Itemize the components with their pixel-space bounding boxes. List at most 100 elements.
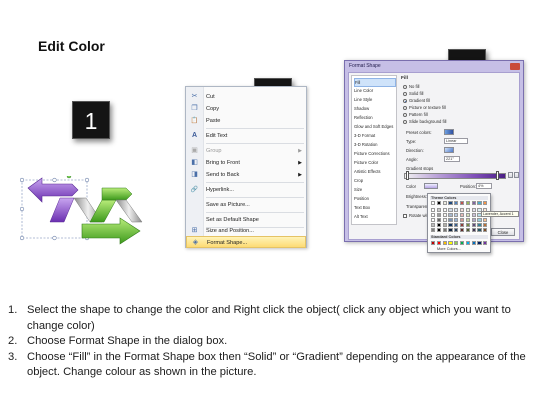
theme-color-swatch[interactable] bbox=[448, 201, 453, 206]
standard-color-swatch[interactable] bbox=[483, 240, 488, 245]
nav-item-picture-color[interactable]: Picture Color bbox=[354, 159, 396, 168]
theme-color-swatch[interactable] bbox=[436, 212, 441, 217]
theme-color-swatch[interactable] bbox=[465, 227, 470, 232]
menu-item-hyperlink[interactable]: 🔗 Hyperlink... bbox=[186, 184, 306, 196]
menu-item-group[interactable]: ▣ Group ▶ bbox=[186, 145, 306, 157]
theme-color-swatch[interactable] bbox=[460, 217, 465, 222]
theme-color-swatch[interactable] bbox=[448, 207, 453, 212]
nav-item-3d-format[interactable]: 3-D Format bbox=[354, 132, 396, 141]
gradient-stops-bar[interactable] bbox=[404, 173, 506, 179]
theme-color-swatch[interactable] bbox=[460, 227, 465, 232]
theme-color-swatch[interactable] bbox=[431, 222, 436, 227]
nav-item-line-style[interactable]: Line Style bbox=[354, 96, 396, 105]
nav-item-crop[interactable]: Crop bbox=[354, 177, 396, 186]
theme-color-swatch[interactable] bbox=[471, 217, 476, 222]
angle-input[interactable]: 221° bbox=[444, 156, 460, 162]
theme-color-swatch[interactable] bbox=[448, 212, 453, 217]
theme-color-swatch[interactable] bbox=[442, 227, 447, 232]
theme-color-swatch[interactable] bbox=[431, 201, 436, 206]
theme-color-swatch[interactable] bbox=[454, 201, 459, 206]
nav-item-artistic-effects[interactable]: Artistic Effects bbox=[354, 168, 396, 177]
theme-color-swatch[interactable] bbox=[460, 212, 465, 217]
theme-color-swatch[interactable] bbox=[477, 222, 482, 227]
theme-color-swatch[interactable] bbox=[483, 217, 488, 222]
radio-slide-background-fill[interactable] bbox=[403, 120, 407, 124]
standard-color-swatch[interactable] bbox=[477, 240, 482, 245]
theme-color-swatch[interactable] bbox=[477, 201, 482, 206]
theme-color-swatch[interactable] bbox=[442, 201, 447, 206]
theme-color-swatch[interactable] bbox=[431, 212, 436, 217]
theme-color-swatch[interactable] bbox=[460, 207, 465, 212]
theme-color-swatch[interactable] bbox=[483, 201, 488, 206]
theme-color-swatch[interactable] bbox=[465, 212, 470, 217]
theme-color-swatch[interactable] bbox=[454, 212, 459, 217]
theme-color-swatch[interactable] bbox=[431, 227, 436, 232]
theme-color-swatch[interactable] bbox=[483, 227, 488, 232]
nav-item-alt-text[interactable]: Alt Text bbox=[354, 213, 396, 222]
standard-color-swatch[interactable] bbox=[460, 240, 465, 245]
rotate-checkbox[interactable] bbox=[403, 214, 407, 218]
theme-color-swatch[interactable] bbox=[448, 217, 453, 222]
nav-item-position[interactable]: Position bbox=[354, 195, 396, 204]
theme-color-swatch[interactable] bbox=[436, 201, 441, 206]
position-input[interactable]: 4% bbox=[476, 183, 492, 189]
menu-item-send-to-back[interactable]: ◨ Send to Back ▶ bbox=[186, 169, 306, 181]
nav-item-size[interactable]: Size bbox=[354, 186, 396, 195]
theme-color-swatch[interactable] bbox=[431, 207, 436, 212]
nav-item-reflection[interactable]: Reflection bbox=[354, 114, 396, 123]
theme-color-swatch[interactable] bbox=[436, 217, 441, 222]
nav-item-fill[interactable]: Fill bbox=[354, 78, 396, 87]
theme-color-swatch[interactable] bbox=[465, 207, 470, 212]
theme-color-swatch[interactable] bbox=[460, 222, 465, 227]
menu-item-paste[interactable]: 📋 Paste bbox=[186, 115, 306, 127]
theme-color-swatch[interactable] bbox=[483, 222, 488, 227]
theme-color-swatch[interactable] bbox=[477, 217, 482, 222]
arrow-shapes[interactable] bbox=[20, 176, 155, 246]
theme-color-swatch[interactable] bbox=[465, 222, 470, 227]
theme-color-swatch[interactable] bbox=[454, 207, 459, 212]
theme-color-swatch[interactable] bbox=[442, 222, 447, 227]
theme-color-swatch[interactable] bbox=[448, 227, 453, 232]
nav-item-shadow[interactable]: Shadow bbox=[354, 105, 396, 114]
nav-item-line-color[interactable]: Line Color bbox=[354, 87, 396, 96]
nav-item-3d-rotation[interactable]: 3-D Rotation bbox=[354, 141, 396, 150]
radio-no-fill[interactable] bbox=[403, 85, 407, 89]
menu-item-format-shape[interactable]: ◈ Format Shape... bbox=[186, 236, 306, 248]
theme-color-swatch[interactable] bbox=[460, 201, 465, 206]
theme-color-swatch[interactable] bbox=[442, 207, 447, 212]
theme-color-swatch[interactable] bbox=[471, 201, 476, 206]
direction-button[interactable] bbox=[444, 147, 454, 153]
theme-color-swatch[interactable] bbox=[471, 207, 476, 212]
preset-colors-button[interactable] bbox=[444, 129, 454, 135]
theme-color-swatch[interactable] bbox=[436, 227, 441, 232]
standard-color-swatch[interactable] bbox=[448, 240, 453, 245]
radio-gradient-fill[interactable] bbox=[403, 99, 407, 103]
add-stop-button[interactable] bbox=[508, 172, 513, 178]
theme-color-swatch[interactable] bbox=[477, 227, 482, 232]
standard-color-swatch[interactable] bbox=[442, 240, 447, 245]
gradient-stop-handle[interactable] bbox=[406, 171, 409, 180]
theme-color-swatch[interactable] bbox=[454, 222, 459, 227]
theme-color-swatch[interactable] bbox=[465, 201, 470, 206]
menu-item-bring-to-front[interactable]: ◧ Bring to Front ▶ bbox=[186, 157, 306, 169]
type-select[interactable]: Linear bbox=[444, 138, 468, 144]
standard-color-swatch[interactable] bbox=[471, 240, 476, 245]
theme-color-swatch[interactable] bbox=[431, 217, 436, 222]
more-colors-link[interactable]: More Colors... bbox=[437, 247, 461, 251]
radio-pattern-fill[interactable] bbox=[403, 113, 407, 117]
theme-color-swatch[interactable] bbox=[442, 217, 447, 222]
theme-color-swatch[interactable] bbox=[471, 227, 476, 232]
menu-item-cut[interactable]: ✂ Cut bbox=[186, 91, 306, 103]
radio-solid-fill[interactable] bbox=[403, 92, 407, 96]
menu-item-save-as-picture[interactable]: Save as Picture... bbox=[186, 199, 306, 211]
nav-item-glow[interactable]: Glow and Soft Edges bbox=[354, 123, 396, 132]
theme-color-swatch[interactable] bbox=[471, 222, 476, 227]
theme-color-swatch[interactable] bbox=[454, 227, 459, 232]
menu-item-edit-text[interactable]: A Edit Text bbox=[186, 130, 306, 142]
theme-color-swatch[interactable] bbox=[436, 207, 441, 212]
nav-item-text-box[interactable]: Text Box bbox=[354, 204, 396, 213]
theme-color-swatch[interactable] bbox=[436, 222, 441, 227]
theme-color-swatch[interactable] bbox=[448, 222, 453, 227]
standard-color-swatch[interactable] bbox=[454, 240, 459, 245]
radio-picture-fill[interactable] bbox=[403, 106, 407, 110]
